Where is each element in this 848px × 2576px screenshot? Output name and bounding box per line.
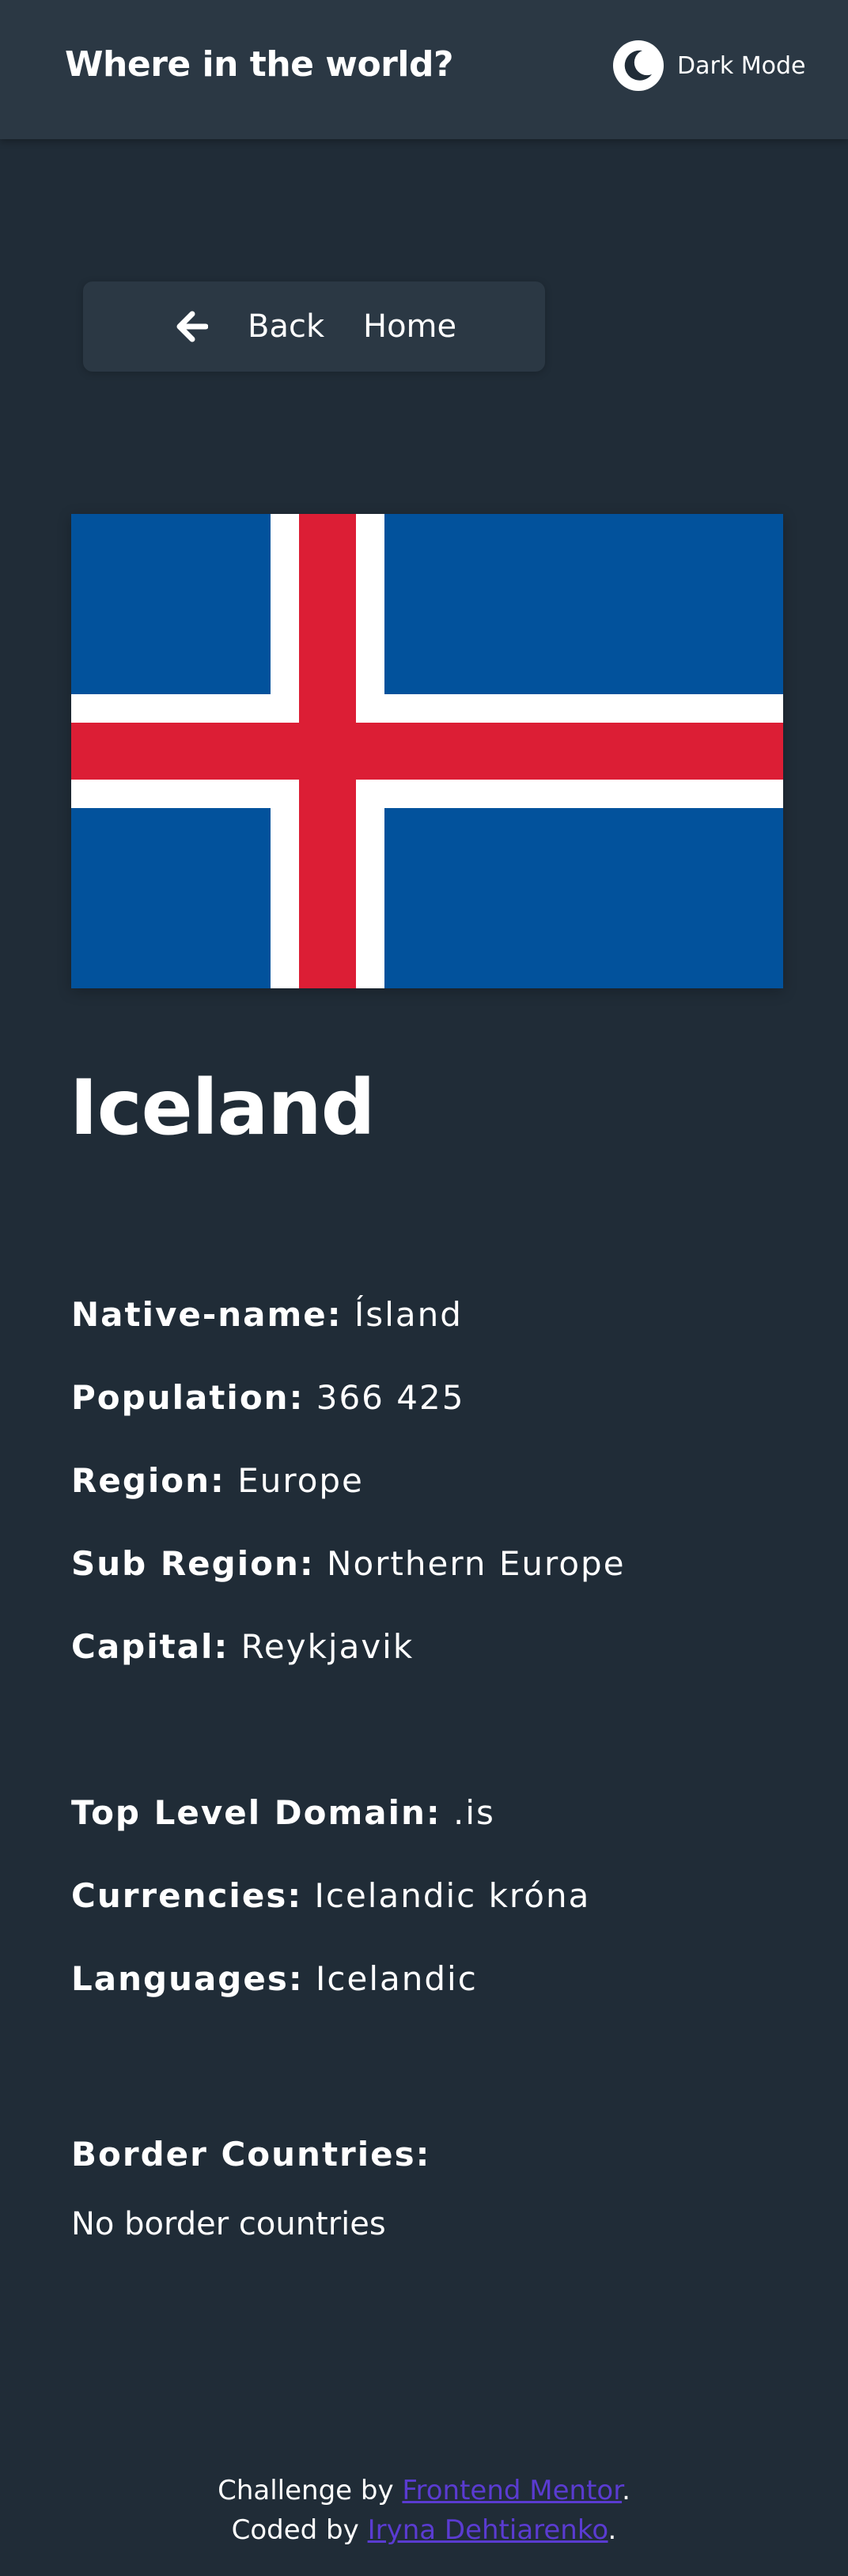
theme-toggle-label: Dark Mode — [677, 51, 806, 80]
detail-value: Northern Europe — [327, 1544, 626, 1583]
moon-icon — [613, 40, 664, 91]
detail-value: Ísland — [354, 1295, 463, 1334]
iceland-flag — [71, 514, 783, 988]
arrow-left-icon — [176, 311, 208, 342]
navigation-bar: Back Home — [83, 281, 545, 372]
detail-label: Top Level Domain: — [71, 1793, 441, 1832]
detail-label: Population: — [71, 1378, 305, 1417]
detail-native-name: Native-name: Ísland — [71, 1295, 463, 1334]
detail-label: Native-name: — [71, 1295, 343, 1334]
home-link[interactable]: Home — [363, 281, 456, 372]
footer-text: Coded by — [231, 2514, 368, 2546]
detail-top-level-domain: Top Level Domain: .is — [71, 1793, 495, 1832]
footer: Challenge by Frontend Mentor. Coded by I… — [0, 2471, 848, 2550]
author-link[interactable]: Iryna Dehtiarenko — [368, 2514, 608, 2546]
detail-label: Region: — [71, 1461, 225, 1500]
detail-population: Population: 366 425 — [71, 1378, 464, 1417]
back-button-label: Back — [248, 308, 325, 345]
detail-region: Region: Europe — [71, 1461, 364, 1500]
theme-toggle-button[interactable]: Dark Mode — [612, 38, 805, 93]
border-countries-empty: No border countries — [71, 2206, 386, 2242]
detail-value: 366 425 — [316, 1378, 465, 1417]
detail-value: Icelandic — [316, 1959, 478, 1998]
frontend-mentor-link[interactable]: Frontend Mentor — [402, 2475, 622, 2506]
footer-text: Challenge by — [218, 2475, 403, 2506]
back-button[interactable]: Back — [176, 281, 324, 372]
detail-languages: Languages: Icelandic — [71, 1959, 478, 1998]
footer-text: . — [608, 2514, 617, 2546]
detail-sub-region: Sub Region: Northern Europe — [71, 1544, 626, 1583]
detail-label: Languages: — [71, 1959, 304, 1998]
detail-capital: Capital: Reykjavik — [71, 1627, 414, 1666]
detail-value: .is — [453, 1793, 495, 1832]
app-title[interactable]: Where in the world? — [65, 44, 453, 85]
detail-value: Icelandic króna — [314, 1876, 591, 1915]
detail-value: Reykjavik — [240, 1627, 415, 1666]
detail-label: Currencies: — [71, 1876, 303, 1915]
footer-author-line: Coded by Iryna Dehtiarenko. — [0, 2510, 848, 2550]
footer-challenge-line: Challenge by Frontend Mentor. — [0, 2471, 848, 2510]
footer-text: . — [622, 2475, 630, 2506]
detail-value: Europe — [237, 1461, 364, 1500]
detail-label: Sub Region: — [71, 1544, 315, 1583]
country-name: Iceland — [70, 1063, 375, 1152]
app-header: Where in the world? Dark Mode — [0, 0, 848, 139]
detail-label: Capital: — [71, 1627, 229, 1666]
border-countries-heading: Border Countries: — [71, 2135, 431, 2174]
detail-currencies: Currencies: Icelandic króna — [71, 1876, 590, 1915]
